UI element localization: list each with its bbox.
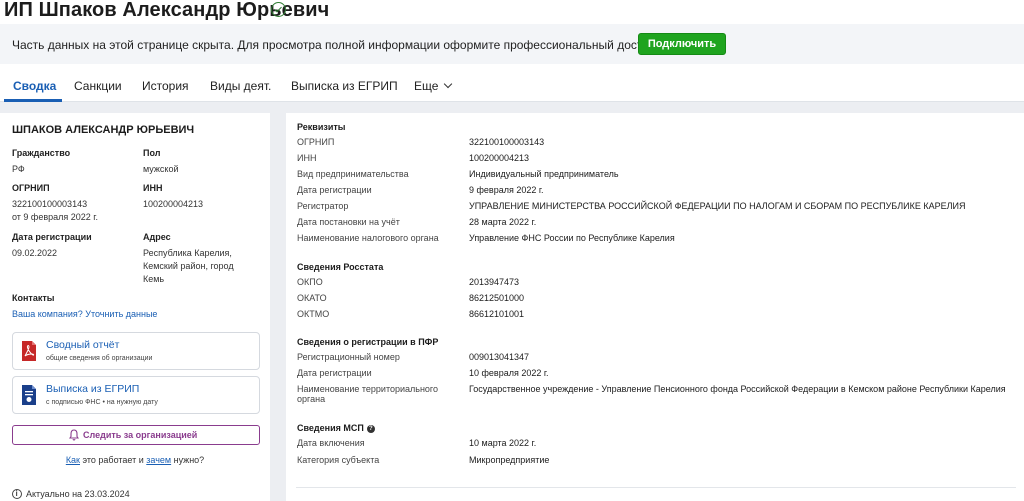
ogrnip-date: от 9 февраля 2022 г. (12, 212, 98, 222)
requisite-label: Регистратор (297, 201, 349, 211)
contacts-label: Контакты (12, 293, 55, 303)
tab-activities[interactable]: Виды деят. (210, 79, 271, 93)
citizenship-label: Гражданство (12, 148, 71, 158)
section-rosstat-title: Сведения Росстата (297, 262, 384, 272)
follow-organization-button[interactable]: Следить за организацией (12, 425, 260, 445)
msp-label: Категория субъекта (297, 455, 380, 465)
section-requisites-title: Реквизиты (297, 122, 346, 132)
address-line-1: Республика Карелия, (143, 248, 232, 258)
inn-label: ИНН (143, 183, 163, 193)
pfr-label: Регистрационный номер (297, 352, 400, 362)
reg-date-label: Дата регистрации (12, 232, 92, 242)
requisite-value: 322100100003143 (469, 137, 545, 147)
help-icon[interactable]: ? (366, 425, 375, 433)
chevron-down-icon (444, 79, 453, 89)
pfr-label: Наименование территориального органа (297, 384, 439, 404)
verified-check-icon (271, 2, 286, 17)
requisite-value: 100200004213 (469, 153, 530, 163)
requisite-value: УПРАВЛЕНИЕ МИНИСТЕРСТВА РОССИЙСКОЙ ФЕДЕР… (469, 201, 966, 211)
rosstat-value: 86612101001 (469, 309, 525, 319)
how-text-2: нужно? (171, 455, 205, 465)
requisite-value: Индивидуальный предприниматель (469, 169, 619, 179)
rosstat-label: ОКПО (297, 277, 323, 287)
section-pfr-title: Сведения о регистрации в ПФР (297, 337, 439, 347)
requisite-label: Дата регистрации (297, 185, 372, 195)
msp-title-text: Сведения МСП (297, 423, 364, 433)
inn-value: 100200004213 (143, 199, 204, 209)
summary-report-card[interactable]: Сводный отчёт общие сведения об организа… (12, 332, 260, 370)
rosstat-value: 2013947473 (469, 277, 520, 287)
entrepreneur-name: ШПАКОВ АЛЕКСАНДР ЮРЬЕВИЧ (12, 124, 195, 136)
document-seal-icon (22, 385, 36, 405)
follow-organization-label: Следить за организацией (83, 430, 198, 440)
sex-label: Пол (143, 148, 161, 158)
hidden-data-banner: Часть данных на этой странице скрыта. Дл… (0, 24, 1024, 64)
requisite-value: 9 февраля 2022 г. (469, 185, 544, 195)
rosstat-label: ОКАТО (297, 293, 327, 303)
requisite-label: Вид предпринимательства (297, 169, 409, 179)
clarify-data-link[interactable]: Ваша компания? Уточнить данные (12, 309, 157, 319)
summary-report-title: Сводный отчёт (46, 339, 120, 351)
rosstat-value: 86212501000 (469, 293, 525, 303)
address-line-3: Кемь (143, 274, 165, 284)
tab-more-label: Еще (414, 79, 439, 93)
ogrnip-value: 322100100003143 (12, 199, 88, 209)
rosstat-label: ОКТМО (297, 309, 330, 319)
requisite-value: 28 марта 2022 г. (469, 217, 537, 227)
summary-report-subtitle: общие сведения об организации (46, 355, 153, 362)
pfr-value: 009013041347 (469, 352, 530, 362)
reg-date-value: 09.02.2022 (12, 248, 58, 258)
pfr-value: Государственное учреждение - Управление … (469, 384, 1006, 394)
requisite-value: Управление ФНС России по Республике Каре… (469, 233, 675, 243)
connect-button[interactable]: Подключить (638, 33, 726, 55)
requisite-label: ОГРНИП (297, 137, 335, 147)
tab-bar: Сводка Санкции История Виды деят. Выписк… (0, 64, 1024, 102)
divider (296, 487, 1016, 488)
sex-value: мужской (143, 164, 179, 174)
msp-value: 10 марта 2022 г. (469, 438, 537, 448)
active-tab-indicator (4, 99, 62, 102)
pfr-label: Дата регистрации (297, 368, 372, 378)
tab-summary[interactable]: Сводка (13, 79, 56, 93)
how-text-1: это работает и (80, 455, 147, 465)
bell-icon (69, 429, 79, 441)
pdf-icon (22, 341, 36, 361)
requisite-label: Дата постановки на учёт (297, 217, 400, 227)
title-bar: ИП Шпаков Александр Юрьевич (0, 0, 1024, 24)
tab-more[interactable]: Еще (414, 79, 453, 93)
why-link[interactable]: зачем (146, 455, 171, 465)
egrip-extract-card[interactable]: Выписка из ЕГРИП с подписью ФНС • на нуж… (12, 376, 260, 414)
egrip-extract-title: Выписка из ЕГРИП (46, 383, 140, 395)
msp-value: Микропредприятие (469, 455, 550, 465)
address-label: Адрес (143, 232, 171, 242)
tab-sanctions[interactable]: Санкции (74, 79, 122, 93)
address-line-2: Кемский район, город (143, 261, 234, 271)
egrip-extract-subtitle: с подписью ФНС • на нужную дату (46, 399, 158, 406)
how-link[interactable]: Как (66, 455, 80, 465)
ogrnip-label: ОГРНИП (12, 183, 50, 193)
section-msp-title: Сведения МСП? (297, 423, 375, 434)
banner-text: Часть данных на этой странице скрыта. Дл… (12, 38, 655, 52)
requisite-label: Наименование налогового органа (297, 233, 439, 243)
citizenship-value: РФ (12, 164, 25, 174)
how-it-works-text: Как это работает и зачем нужно? (0, 455, 270, 465)
actual-date: Актуально на 23.03.2024 (26, 489, 130, 499)
msp-label: Дата включения (297, 438, 365, 448)
requisite-label: ИНН (297, 153, 317, 163)
pfr-value: 10 февраля 2022 г. (469, 368, 549, 378)
tab-egrip-extract[interactable]: Выписка из ЕГРИП (291, 79, 398, 93)
tab-history[interactable]: История (142, 79, 189, 93)
info-icon (12, 489, 22, 499)
